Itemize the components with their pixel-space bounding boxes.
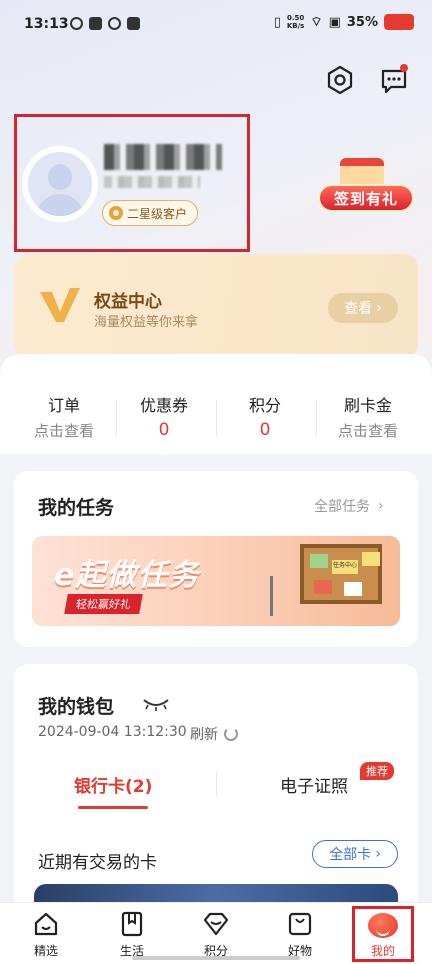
sticky-note <box>314 580 332 594</box>
benefit-title: 权益中心 <box>94 292 162 312</box>
status-bar: 13:13 ▯ 0.50 KB/s ⌔ ▣ 35% <box>0 0 432 50</box>
sticky-note <box>310 554 328 568</box>
mine-smile-icon <box>368 913 398 938</box>
stat-value: 0 <box>259 420 271 440</box>
nav-featured[interactable]: 精选 <box>16 906 76 962</box>
message-icon[interactable] <box>378 64 410 96</box>
wallet-timestamp: 2024-09-04 13:12:30 <box>38 724 187 740</box>
battery-icon <box>384 14 414 30</box>
settings-icon[interactable] <box>324 64 356 96</box>
signin-label: 签到有礼 <box>318 184 414 212</box>
benefit-subtitle: 海量权益等你来拿 <box>94 315 199 330</box>
nav-mine[interactable]: 我的 <box>352 906 414 962</box>
net-speed-value: 0.50 <box>286 14 305 22</box>
tab-bank-cards[interactable]: 银行卡(2) <box>74 772 152 797</box>
divider <box>316 400 317 436</box>
bank-card-preview[interactable] <box>34 884 398 904</box>
customer-level-badge[interactable]: 二星级客户 <box>102 200 199 226</box>
recent-cards-title: 近期有交易的卡 <box>38 853 157 873</box>
wallet-title: 我的钱包 <box>38 696 115 718</box>
banner-title: e起做任务 <box>54 558 200 593</box>
nav-life[interactable]: 生活 <box>102 906 162 962</box>
refresh-icon <box>224 727 238 741</box>
shopping-bag-icon <box>288 912 312 936</box>
chevron-right-icon: › <box>378 498 384 514</box>
nav-points[interactable]: 积分 <box>186 906 246 962</box>
refresh-label: 刷新 <box>190 727 218 743</box>
all-cards-label: 全部卡 <box>329 847 372 863</box>
stat-coupons[interactable]: 优惠券 0 <box>114 392 214 440</box>
tasks-title: 我的任务 <box>38 497 115 519</box>
customer-level-label: 二星级客户 <box>127 206 188 221</box>
stat-value: 点击查看 <box>337 422 398 440</box>
sync-icon <box>70 17 83 30</box>
tab-e-certificates[interactable]: 电子证照 <box>280 772 348 797</box>
benefit-view-button[interactable]: 查看 › <box>328 293 398 323</box>
wifi-icon: ⌔ <box>310 15 323 30</box>
view-button-label: 查看 <box>344 301 373 317</box>
vibrate-icon: ▯ <box>273 14 281 30</box>
bookmark-icon <box>121 911 143 937</box>
home-indicator <box>132 956 300 960</box>
stat-orders[interactable]: 订单 点击查看 <box>14 392 114 441</box>
mail-icon <box>89 17 102 30</box>
banner-tag-label: 轻松赢好礼 <box>74 598 133 611</box>
calendar-icon <box>127 17 140 30</box>
board-label: 任务中心 <box>332 562 357 569</box>
stat-value: 0 <box>158 420 170 440</box>
nav-goods[interactable]: 好物 <box>270 906 330 962</box>
user-name-redacted <box>104 144 222 170</box>
recommend-tag: 推荐 <box>360 762 394 780</box>
stat-value: 点击查看 <box>33 422 94 440</box>
v-logo-icon <box>38 286 82 324</box>
chevron-right-icon: › <box>375 846 381 862</box>
avatar-placeholder-icon <box>28 152 92 216</box>
banner-tag: 轻松赢好礼 <box>64 594 143 614</box>
nav-label: 我的 <box>370 944 395 958</box>
diamond-icon <box>203 912 229 936</box>
chevron-right-icon: › <box>376 300 382 316</box>
divider <box>216 772 217 796</box>
home-icon <box>34 912 58 936</box>
desk-lamp-icon <box>270 576 292 616</box>
net-speed-unit: KB/s <box>286 22 305 30</box>
sticky-note <box>344 582 362 596</box>
stat-points[interactable]: 积分 0 <box>215 392 315 440</box>
task-board-illustration: 任务中心 <box>300 544 382 604</box>
unread-dot <box>400 64 408 72</box>
status-notification-icons <box>70 17 140 30</box>
task-banner[interactable]: e起做任务 轻松赢好礼 任务中心 <box>32 536 400 626</box>
stat-label: 刷卡金 <box>343 396 392 415</box>
refresh-button[interactable]: 刷新 <box>190 724 238 744</box>
battery-level: 35% <box>346 14 378 30</box>
stat-label: 订单 <box>47 396 80 415</box>
all-tasks-link[interactable]: 全部任务 › <box>314 496 384 516</box>
avatar[interactable] <box>22 146 98 222</box>
eye-closed-icon[interactable] <box>142 696 170 711</box>
fan-icon <box>108 17 121 30</box>
sticky-note <box>362 552 380 566</box>
status-time: 13:13 <box>24 16 69 32</box>
sticky-note: 任务中心 <box>332 560 358 574</box>
stat-label: 优惠券 <box>139 396 188 415</box>
medal-icon <box>109 206 123 220</box>
all-cards-button[interactable]: 全部卡 › <box>312 840 398 868</box>
signin-reward-button[interactable]: 签到有礼 <box>318 158 414 216</box>
sim-icon: ▣ <box>328 14 341 30</box>
net-speed: 0.50 KB/s <box>287 14 304 30</box>
user-phone-redacted <box>104 176 200 188</box>
all-tasks-label: 全部任务 <box>314 499 370 515</box>
status-system-icons: ▯ 0.50 KB/s ⌔ ▣ 35% <box>274 14 414 30</box>
stat-card-bonus[interactable]: 刷卡金 点击查看 <box>318 392 418 441</box>
active-tab-indicator <box>78 806 148 809</box>
nav-label: 精选 <box>33 944 58 958</box>
stat-label: 积分 <box>248 396 281 415</box>
